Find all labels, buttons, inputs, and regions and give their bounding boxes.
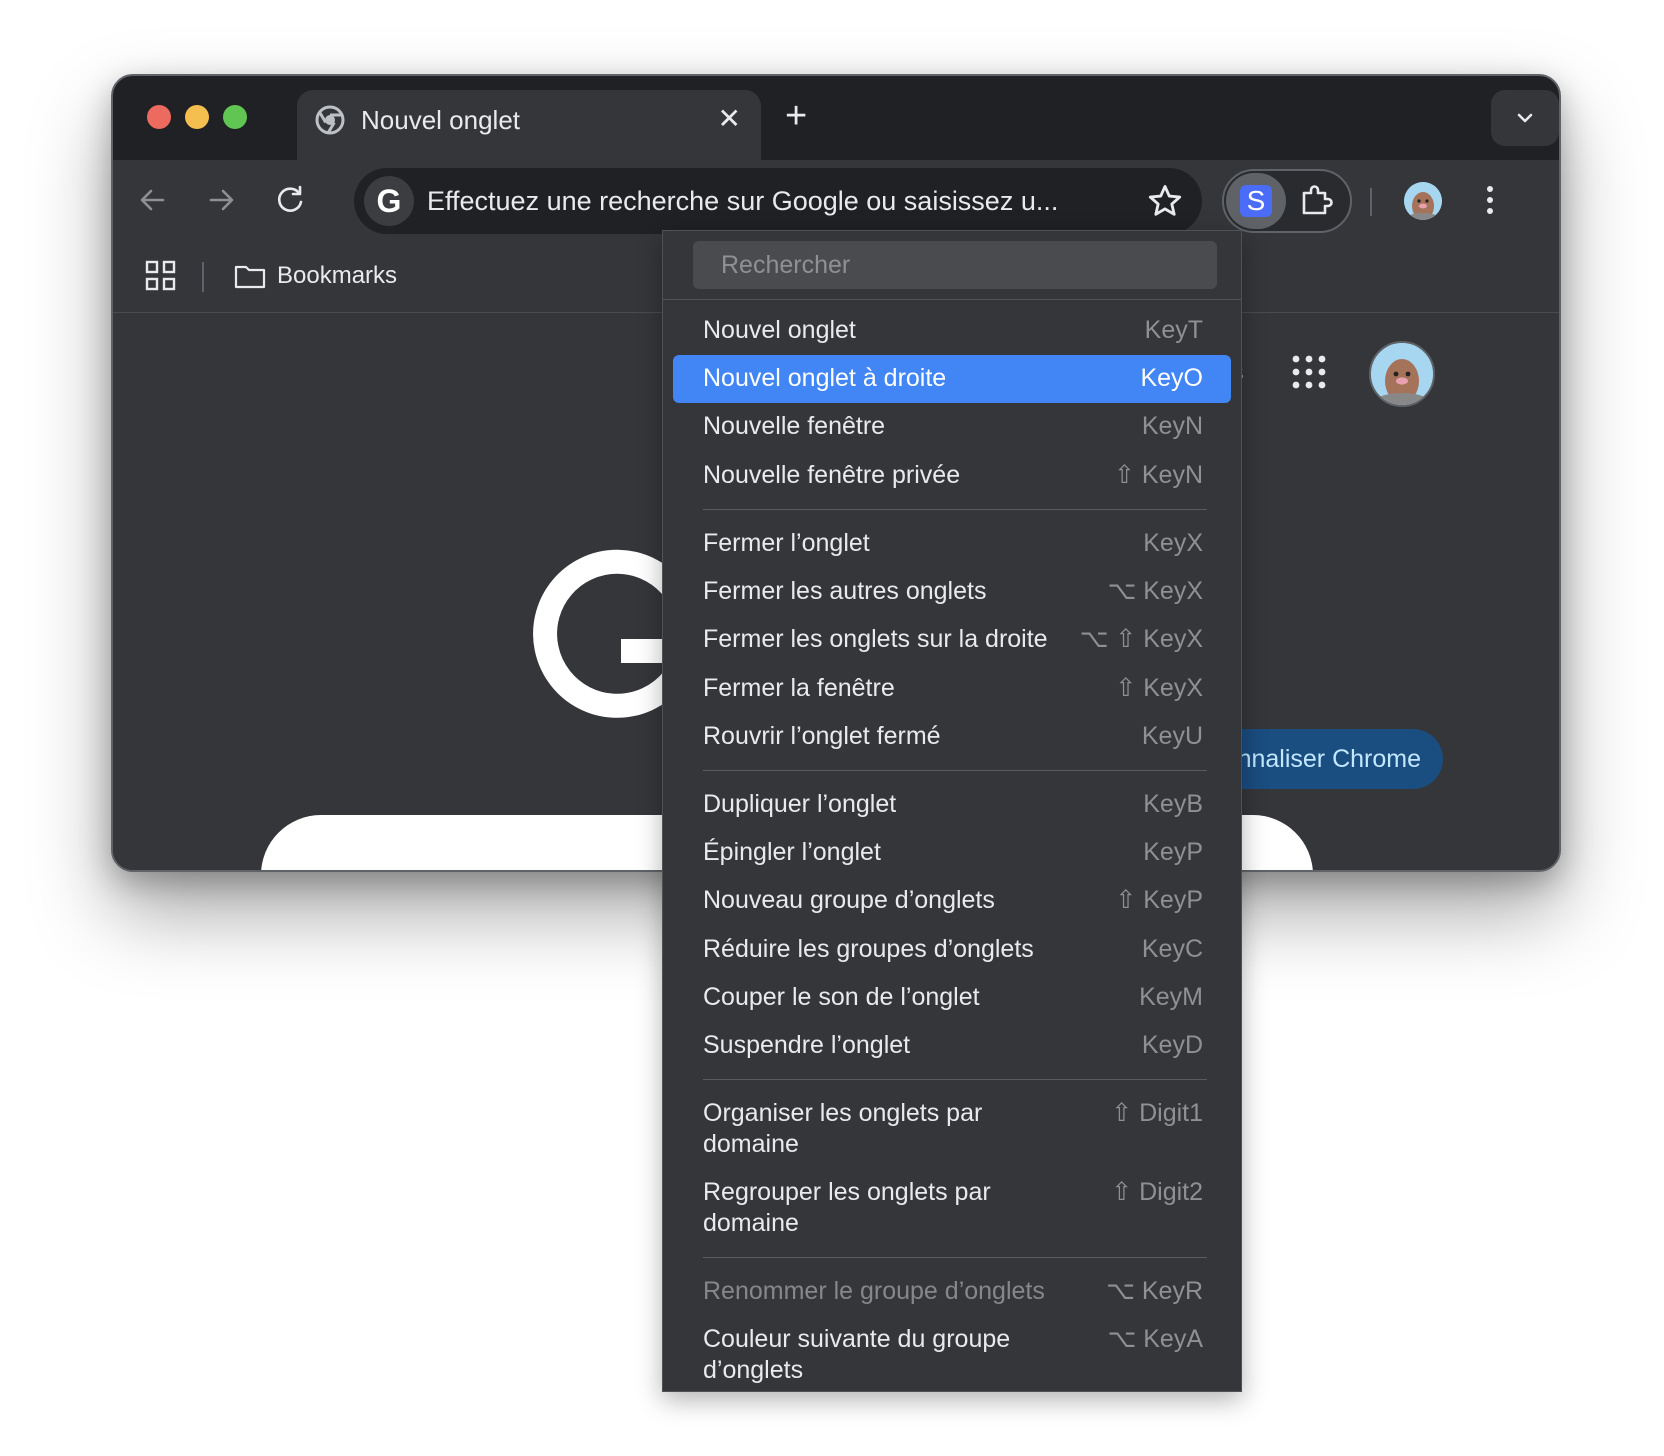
tab-actions-menu: Nouvel onglet KeyT Nouvel onglet à droit…: [662, 230, 1242, 1392]
menu-item-rouvrir-onglet[interactable]: Rouvrir l’onglet fermé KeyU: [673, 713, 1231, 761]
toolbar-separator: [1370, 188, 1372, 216]
menu-item-nouveau-groupe[interactable]: Nouveau groupe d’onglets ⇧ KeyP: [673, 877, 1231, 925]
menu-item-shortcut: ⇧ Digit1: [1111, 1099, 1203, 1127]
chevron-down-icon: [1517, 113, 1533, 123]
menu-item-label: Suspendre l’onglet: [703, 1031, 911, 1059]
menu-item-organiser-par-domaine[interactable]: Organiser les onglets par domaine ⇧ Digi…: [673, 1090, 1231, 1160]
menu-search-input[interactable]: [693, 241, 1217, 289]
menu-item-shortcut: KeyC: [1141, 935, 1203, 963]
menu-item-label: Nouveau groupe d’onglets: [703, 886, 995, 914]
extensions-area: S: [1222, 169, 1352, 233]
tab-title: Nouvel onglet: [361, 105, 520, 135]
menu-item-shortcut: KeyD: [1141, 1031, 1203, 1059]
menu-item-shortcut: KeyB: [1143, 790, 1203, 818]
apps-grid-icon[interactable]: [143, 258, 179, 294]
menu-item-shortcut: KeyT: [1144, 316, 1203, 344]
menu-item-nouvel-onglet-a-droite[interactable]: Nouvel onglet à droite KeyO: [673, 355, 1231, 403]
extension-s-button[interactable]: S: [1226, 173, 1286, 229]
menu-item-label: Nouvelle fenêtre: [703, 412, 886, 440]
menu-separator: [703, 1257, 1207, 1258]
menu-item-fermer-onglets-droite[interactable]: Fermer les onglets sur la droite ⌥ ⇧ Key…: [673, 616, 1231, 664]
menu-item-nouvel-onglet[interactable]: Nouvel onglet KeyT: [673, 307, 1231, 355]
menu-item-suspendre-onglet[interactable]: Suspendre l’onglet KeyD: [673, 1022, 1231, 1070]
menu-item-shortcut: ⇧ KeyP: [1115, 886, 1203, 914]
google-apps-icon[interactable]: [1290, 353, 1328, 391]
menu-item-shortcut: ⌥ ⇧ KeyX: [1079, 625, 1203, 653]
zoom-window-button[interactable]: [223, 105, 247, 129]
menu-item-regrouper-par-domaine[interactable]: Regrouper les onglets par domaine ⇧ Digi…: [673, 1169, 1231, 1239]
menu-item-label: Dupliquer l’onglet: [703, 790, 897, 818]
menu-item-dupliquer-onglet[interactable]: Dupliquer l’onglet KeyB: [673, 781, 1231, 829]
diglett-avatar-icon: [1371, 343, 1433, 405]
back-arrow-icon[interactable]: [131, 178, 175, 222]
menu-item-reduire-groupes[interactable]: Réduire les groupes d’onglets KeyC: [673, 926, 1231, 974]
menu-item-shortcut: KeyN: [1141, 412, 1203, 440]
menu-item-label: Regrouper les onglets par domaine: [703, 1178, 991, 1237]
menu-item-label: Fermer l’onglet: [703, 529, 870, 557]
menu-item-shortcut: ⌥ KeyA: [1107, 1325, 1203, 1353]
menu-item-fermer-autres-onglets[interactable]: Fermer les autres onglets ⌥ KeyX: [673, 568, 1231, 616]
menu-item-shortcut: ⌥ KeyX: [1107, 577, 1203, 605]
menu-item-label: Fermer les onglets sur la droite: [703, 625, 1048, 653]
menu-item-label: Épingler l’onglet: [703, 838, 881, 866]
menu-item-shortcut: KeyM: [1139, 983, 1203, 1011]
menu-item-fermer-onglet[interactable]: Fermer l’onglet KeyX: [673, 520, 1231, 568]
address-bar-text: Effectuez une recherche sur Google ou sa…: [427, 186, 1059, 216]
new-tab-button[interactable]: +: [785, 96, 807, 136]
menu-item-shortcut: KeyU: [1141, 722, 1203, 750]
menu-item-label: Nouvelle fenêtre privée: [703, 461, 961, 489]
menu-item-label: Fermer la fenêtre: [703, 674, 895, 702]
menu-item-nouvelle-fenetre-privee[interactable]: Nouvelle fenêtre privée ⇧ KeyN: [673, 452, 1231, 500]
address-bar[interactable]: G Effectuez une recherche sur Google ou …: [354, 168, 1202, 234]
menu-item-shortcut: ⌥ KeyR: [1106, 1277, 1203, 1305]
menu-item-label: Nouvel onglet à droite: [703, 364, 947, 392]
menu-item-shortcut: KeyX: [1143, 529, 1203, 557]
extension-s-icon: S: [1240, 185, 1272, 217]
toolbar: G Effectuez une recherche sur Google ou …: [113, 160, 1559, 240]
chrome-icon: [315, 105, 345, 135]
menu-item-label: Couleur suivante du groupe d’onglets: [703, 1325, 1011, 1384]
menu-item-label: Renommer le groupe d’onglets: [703, 1277, 1045, 1305]
profile-avatar[interactable]: [1404, 182, 1442, 220]
google-g-icon: G: [364, 176, 414, 226]
menu-item-label: Organiser les onglets par domaine: [703, 1099, 983, 1158]
close-window-button[interactable]: [147, 105, 171, 129]
more-menu-icon[interactable]: [1480, 180, 1500, 220]
menu-item-label: Fermer les autres onglets: [703, 577, 987, 605]
menu-item-label: Nouvel onglet: [703, 316, 856, 344]
menu-item-shortcut: KeyP: [1143, 838, 1203, 866]
menu-item-shortcut: ⇧ KeyN: [1113, 461, 1203, 489]
tab-close-icon[interactable]: ✕: [718, 101, 741, 137]
menu-separator: [703, 509, 1207, 510]
reload-icon[interactable]: [268, 178, 312, 222]
account-avatar[interactable]: [1369, 341, 1435, 407]
tab-nouvel-onglet[interactable]: Nouvel onglet ✕: [297, 90, 761, 160]
menu-item-label: Couper le son de l’onglet: [703, 983, 980, 1011]
menu-item-label: Rouvrir l’onglet fermé: [703, 722, 941, 750]
forward-arrow-icon[interactable]: [199, 178, 243, 222]
folder-icon[interactable]: [233, 260, 267, 292]
menu-separator: [703, 1079, 1207, 1080]
menu-search-separator: [663, 299, 1241, 300]
menu-item-couper-son[interactable]: Couper le son de l’onglet KeyM: [673, 974, 1231, 1022]
bookmarks-separator: [202, 262, 204, 292]
menu-item-shortcut: ⇧ Digit2: [1111, 1178, 1203, 1206]
puzzle-icon[interactable]: [1298, 183, 1334, 219]
menu-item-label: Réduire les groupes d’onglets: [703, 935, 1034, 963]
menu-item-couleur-suivante[interactable]: Couleur suivante du groupe d’onglets ⌥ K…: [673, 1316, 1231, 1386]
menu-item-fermer-fenetre[interactable]: Fermer la fenêtre ⇧ KeyX: [673, 665, 1231, 713]
menu-item-nouvelle-fenetre[interactable]: Nouvelle fenêtre KeyN: [673, 403, 1231, 451]
diglett-avatar-icon: [1404, 182, 1442, 220]
bookmarks-folder-label[interactable]: Bookmarks: [277, 258, 397, 294]
tab-search-button[interactable]: [1491, 90, 1559, 146]
bookmark-star-icon[interactable]: [1146, 182, 1184, 220]
menu-item-epingler-onglet[interactable]: Épingler l’onglet KeyP: [673, 829, 1231, 877]
minimize-window-button[interactable]: [185, 105, 209, 129]
menu-item-shortcut: KeyO: [1140, 364, 1203, 392]
menu-item-renommer-groupe[interactable]: Renommer le groupe d’onglets ⌥ KeyR: [673, 1268, 1231, 1316]
menu-separator: [703, 770, 1207, 771]
menu-item-shortcut: ⇧ KeyX: [1115, 674, 1203, 702]
